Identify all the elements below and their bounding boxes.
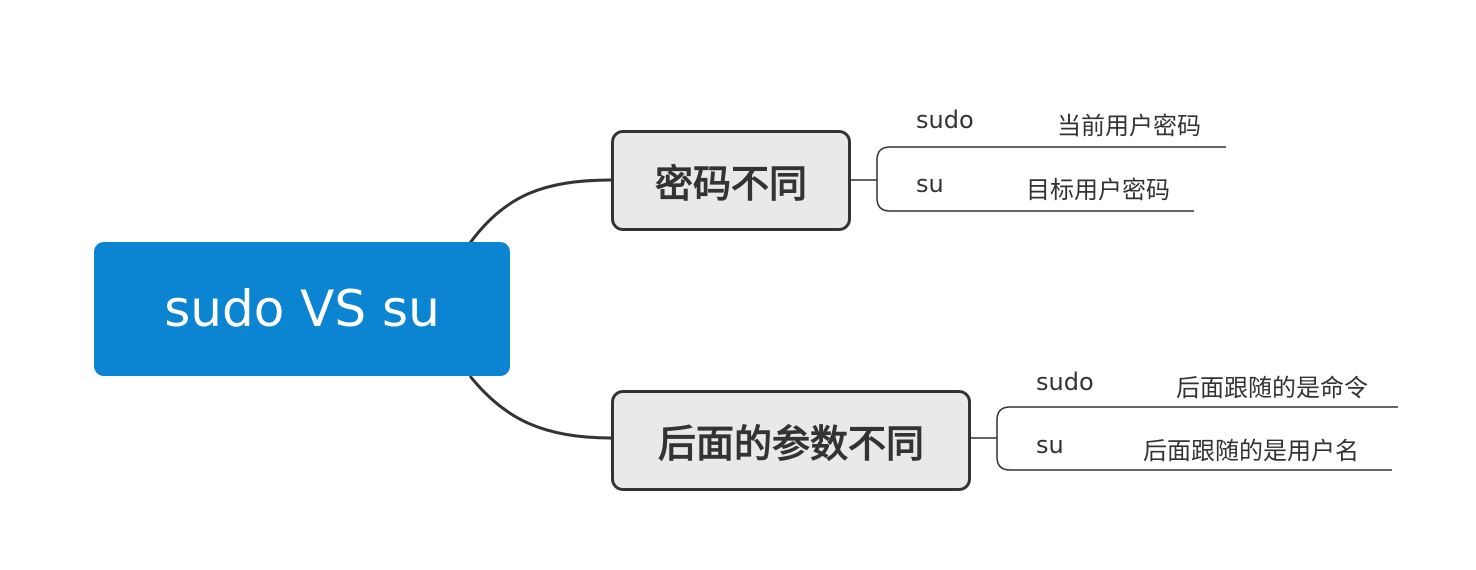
leaf-key-su-arguments[interactable]: su	[1036, 431, 1064, 459]
leaf-key-sudo-arguments[interactable]: sudo	[1036, 368, 1094, 396]
leaf-key-su-password[interactable]: su	[916, 170, 944, 198]
connector-branch-2-bracket	[996, 406, 1011, 471]
branch-topic-arguments[interactable]: 后面的参数不同	[611, 390, 971, 491]
root-topic[interactable]: sudo VS su	[94, 242, 510, 376]
leaf-key-sudo-password[interactable]: sudo	[916, 106, 974, 134]
connector-root-branch-2	[468, 375, 612, 440]
branch-topic-label: 后面的参数不同	[657, 422, 924, 466]
leaf-value-current-user-password[interactable]: 当前用户密码	[1057, 106, 1201, 141]
root-topic-label: sudo VS su	[164, 280, 440, 338]
connector-branch-1-bracket	[876, 146, 891, 212]
leaf-value-followed-by-command[interactable]: 后面跟随的是命令	[1176, 368, 1368, 403]
leaf-value-followed-by-username[interactable]: 后面跟随的是用户名	[1143, 431, 1359, 466]
connector-root-branch-1	[468, 178, 612, 244]
branch-topic-label: 密码不同	[654, 162, 807, 206]
branch-topic-password[interactable]: 密码不同	[611, 130, 851, 231]
leaf-value-target-user-password[interactable]: 目标用户密码	[1026, 170, 1170, 205]
